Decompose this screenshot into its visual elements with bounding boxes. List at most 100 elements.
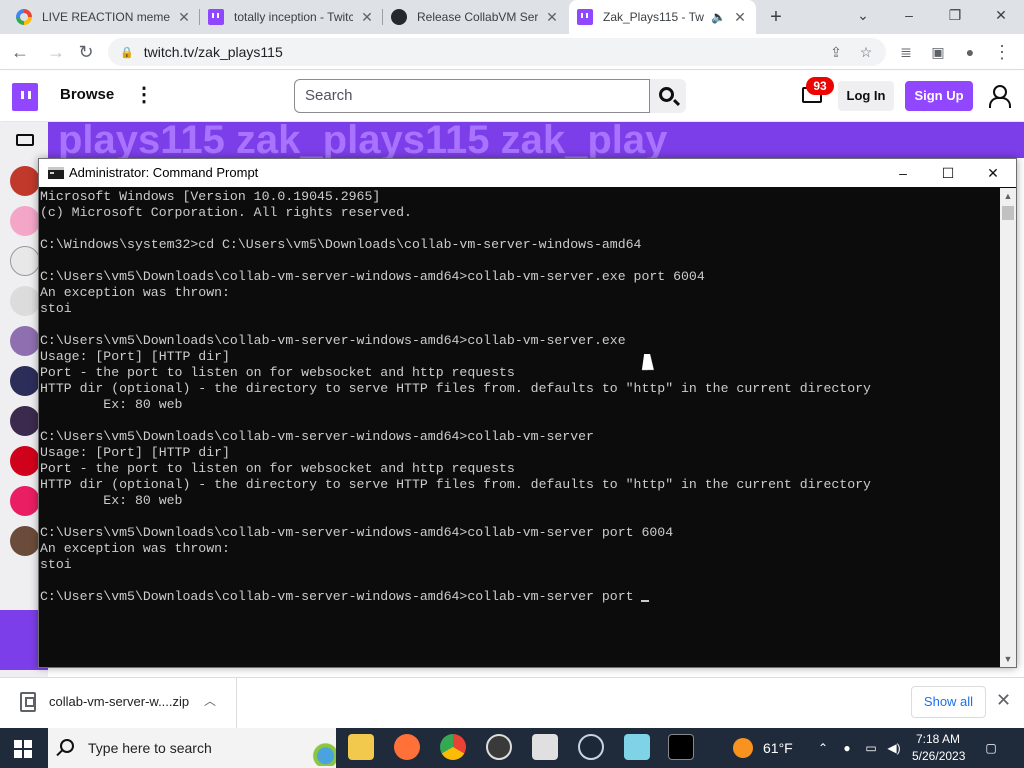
channel-avatar[interactable] — [10, 246, 40, 276]
chevron-up-icon[interactable]: ⌃ — [816, 741, 830, 755]
twitch-logo-icon[interactable] — [12, 83, 38, 111]
windows-logo-pane — [14, 750, 22, 758]
cmd-line — [40, 221, 1000, 237]
windows-taskbar: Type here to search 61°F ⌃ ● ▭ ◀) 7:18 A… — [0, 728, 1024, 768]
microphone-icon[interactable]: ● — [840, 741, 854, 755]
chrome-icon[interactable] — [440, 734, 466, 760]
cmd-close-button[interactable]: ✕ — [970, 159, 1016, 187]
cmd-line — [40, 413, 1000, 429]
user-icon[interactable] — [988, 85, 1011, 108]
browser-tab[interactable]: Release CollabVM Serv ✕ — [383, 0, 568, 34]
channel-avatar[interactable] — [10, 366, 40, 396]
cmd-console[interactable]: Microsoft Windows [Version 10.0.19045.29… — [39, 188, 1000, 667]
chrome-menu-icon[interactable]: ⋮ — [988, 38, 1016, 66]
media-controls-icon[interactable]: ≣ — [892, 38, 920, 66]
command-prompt-taskbar-icon[interactable] — [668, 734, 694, 760]
browser-tab[interactable]: LIVE REACTION meme ✕ — [8, 0, 200, 34]
weather-temperature[interactable]: 61°F — [763, 740, 793, 756]
restore-button[interactable]: ❐ — [932, 0, 978, 30]
tab-title: LIVE REACTION meme — [42, 10, 170, 24]
profile-icon[interactable]: ● — [956, 38, 984, 66]
cmd-icon[interactable] — [48, 167, 64, 179]
video-camera-icon[interactable] — [16, 134, 34, 146]
minimize-button[interactable]: – — [886, 0, 932, 30]
firefox-icon[interactable] — [394, 734, 420, 760]
twitch-search-input[interactable]: Search — [294, 79, 650, 113]
show-all-button[interactable]: Show all — [911, 686, 986, 718]
weather-icon[interactable] — [733, 738, 753, 758]
signup-button[interactable]: Sign Up — [905, 81, 973, 111]
google-icon — [16, 9, 32, 25]
cmd-line: An exception was thrown: — [40, 285, 230, 300]
obs-icon[interactable] — [486, 734, 512, 760]
cmd-scrollbar[interactable]: ▲ ▼ — [1000, 188, 1016, 667]
cmd-line — [40, 317, 1000, 333]
channel-avatar[interactable] — [10, 406, 40, 436]
scroll-thumb[interactable] — [1002, 206, 1014, 220]
channel-avatar[interactable] — [10, 486, 40, 516]
tab-title: totally inception - Twitc — [234, 10, 353, 24]
side-panel-icon[interactable]: ▣ — [924, 38, 952, 66]
tab-search-icon[interactable]: ⌄ — [840, 0, 886, 30]
more-options-icon[interactable]: ⋮ — [134, 83, 154, 107]
channel-avatar[interactable] — [10, 326, 40, 356]
address-bar[interactable]: 🔒 twitch.tv/zak_plays115 ⇪ ☆ — [108, 38, 886, 66]
cmd-title-bar[interactable]: Administrator: Command Prompt – ☐ ✕ — [39, 159, 1016, 187]
scroll-up-icon[interactable]: ▲ — [1000, 188, 1016, 204]
chevron-up-icon[interactable]: ︿ — [204, 692, 216, 709]
login-button[interactable]: Log In — [838, 81, 894, 111]
download-file-name[interactable]: collab-vm-server-w....zip — [49, 694, 189, 709]
cmd-line — [40, 573, 1000, 589]
file-explorer-icon[interactable] — [348, 734, 374, 760]
close-tab-icon[interactable]: ✕ — [544, 9, 560, 26]
network-icon[interactable]: ▭ — [864, 741, 878, 755]
text-cursor — [641, 600, 650, 602]
close-downloads-icon[interactable]: ✕ — [996, 690, 1011, 711]
cmd-line: stoi — [40, 301, 72, 316]
close-window-button[interactable]: ✕ — [978, 0, 1024, 30]
browser-tab-active[interactable]: Zak_Plays115 - Tw 🔈 ✕ — [569, 0, 756, 34]
close-tab-icon[interactable]: ✕ — [176, 9, 192, 26]
taskbar-search-box[interactable]: Type here to search — [48, 728, 336, 768]
channel-avatar[interactable] — [10, 166, 40, 196]
back-button[interactable]: ← — [6, 38, 34, 66]
notes-app-icon[interactable] — [624, 734, 650, 760]
browse-link[interactable]: Browse — [60, 86, 114, 103]
channel-avatar[interactable] — [10, 286, 40, 316]
cmd-line: C:\Users\vm5\Downloads\collab-vm-server-… — [40, 429, 594, 444]
clock-time[interactable]: 7:18 AM — [916, 732, 960, 746]
scroll-down-icon[interactable]: ▼ — [1000, 651, 1016, 667]
cmd-line: Microsoft Windows [Version 10.0.19045.29… — [40, 189, 381, 204]
channel-avatar[interactable] — [10, 526, 40, 556]
twitch-icon — [577, 9, 593, 25]
new-tab-button[interactable]: + — [764, 5, 788, 29]
forward-button[interactable]: → — [42, 38, 70, 66]
channel-avatar[interactable] — [10, 446, 40, 476]
browser-toolbar: ← → ↻ 🔒 twitch.tv/zak_plays115 ⇪ ☆ ≣ ▣ ●… — [0, 34, 1024, 70]
cmd-maximize-button[interactable]: ☐ — [925, 159, 971, 187]
lock-icon[interactable]: 🔒 — [120, 46, 134, 59]
clock-date[interactable]: 5/26/2023 — [912, 749, 965, 763]
browser-tab[interactable]: totally inception - Twitc ✕ — [200, 0, 383, 34]
mouse-pointer-icon — [641, 354, 657, 370]
zip-file-icon[interactable] — [20, 692, 36, 712]
channel-avatar[interactable] — [10, 206, 40, 236]
start-button[interactable] — [14, 740, 32, 758]
bookmark-star-icon[interactable]: ☆ — [852, 38, 880, 66]
speaker-icon[interactable]: 🔈 — [711, 10, 726, 24]
steam-icon[interactable] — [578, 734, 604, 760]
search-button[interactable] — [650, 79, 686, 113]
cmd-line: Port - the port to listen on for websock… — [40, 461, 515, 476]
share-icon[interactable]: ⇪ — [822, 38, 850, 66]
cmd-line — [40, 253, 1000, 269]
notification-center-icon[interactable]: ▢ — [984, 741, 998, 755]
notification-badge: 93 — [806, 77, 834, 95]
cmd-minimize-button[interactable]: – — [880, 159, 926, 187]
cmd-line: An exception was thrown: — [40, 541, 230, 556]
close-tab-icon[interactable]: ✕ — [359, 9, 375, 26]
close-tab-icon[interactable]: ✕ — [732, 9, 748, 26]
volume-icon[interactable]: ◀) — [887, 741, 901, 755]
cube-app-icon[interactable] — [532, 734, 558, 760]
reload-button[interactable]: ↻ — [72, 38, 100, 66]
windows-logo-pane — [24, 750, 32, 758]
